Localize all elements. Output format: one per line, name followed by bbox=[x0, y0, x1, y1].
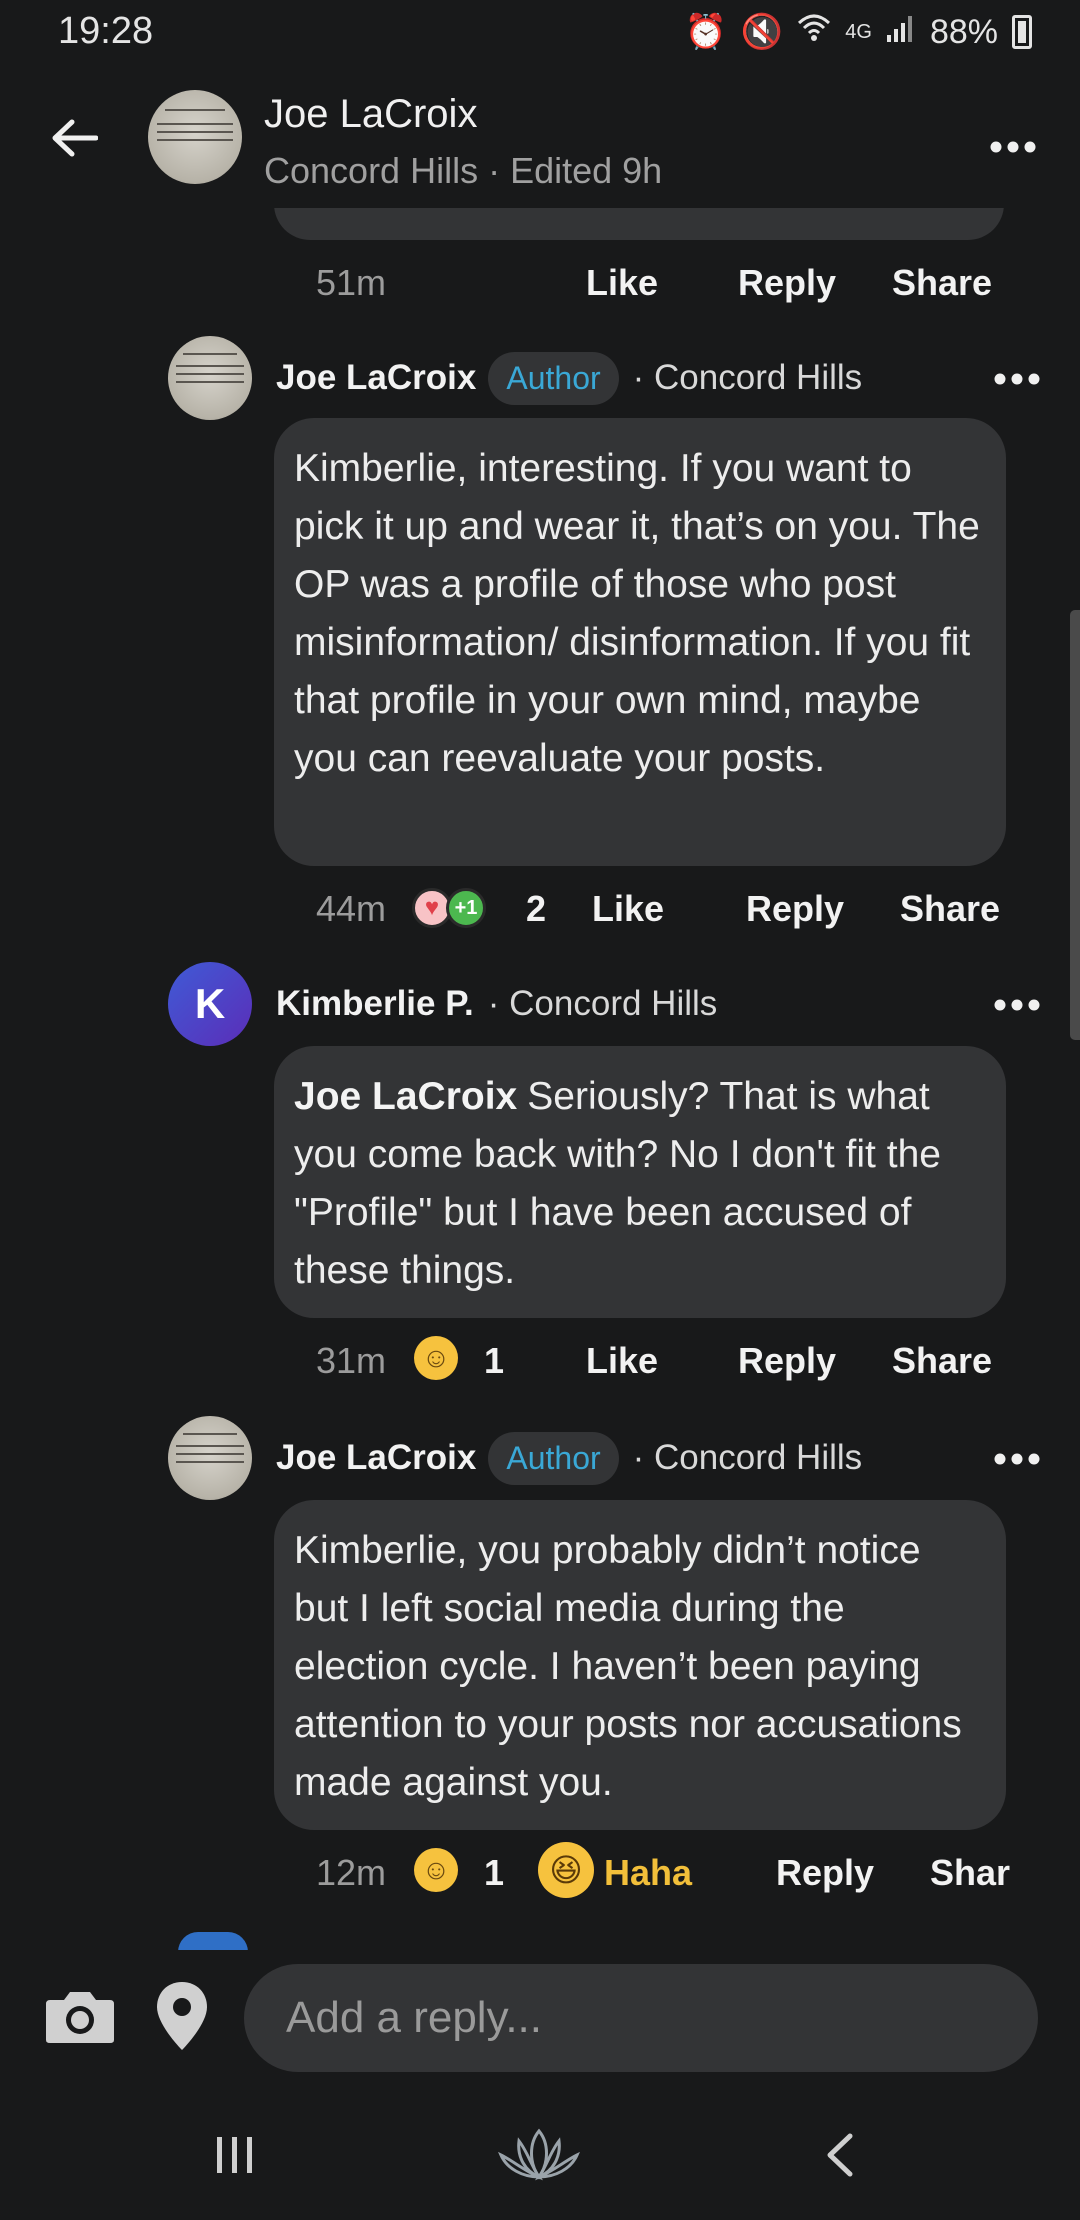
smile-reaction-icon[interactable]: ☺ bbox=[414, 1848, 458, 1892]
status-bar: 19:28 ⏰ 🔇 4G 88% bbox=[0, 0, 1080, 68]
arrow-left-icon bbox=[52, 119, 98, 157]
home-button[interactable] bbox=[494, 2120, 584, 2190]
scrollbar[interactable] bbox=[1070, 610, 1080, 1040]
comment-body: Kimberlie, interesting. If you want to p… bbox=[294, 447, 980, 780]
comment-actions: 44m ♥ +1 2 Like Reply Share bbox=[316, 888, 1000, 930]
more-dots-icon bbox=[990, 141, 1036, 153]
alarm-icon: ⏰ bbox=[684, 13, 727, 51]
comment-header: Joe LaCroix Author · Concord Hills bbox=[168, 336, 1080, 420]
header-avatar[interactable] bbox=[148, 90, 242, 184]
header-edited: · Edited 9h bbox=[488, 150, 663, 191]
author-badge: Author bbox=[488, 1431, 619, 1485]
share-button[interactable]: Shar bbox=[930, 1852, 1010, 1894]
like-button[interactable]: Like bbox=[592, 888, 664, 930]
comment-bubble: Kimberlie, you probably didn’t notice bu… bbox=[274, 1500, 1006, 1830]
comment-author[interactable]: Kimberlie P. bbox=[276, 984, 474, 1024]
comment-header: K Kimberlie P. · Concord Hills bbox=[168, 962, 1080, 1046]
reply-button[interactable]: Reply bbox=[776, 1852, 874, 1894]
plus-one-reaction-icon[interactable]: +1 bbox=[446, 888, 486, 928]
mention-link[interactable]: Joe LaCroix bbox=[294, 1075, 517, 1118]
camera-icon bbox=[46, 1992, 114, 2043]
more-dots-icon bbox=[994, 1453, 1040, 1465]
avatar-letter: K bbox=[194, 980, 226, 1027]
comment-body: Kimberlie, you probably didn’t notice bu… bbox=[294, 1529, 962, 1804]
nav-back-button[interactable] bbox=[794, 2120, 884, 2190]
comment-location: · Concord Hills bbox=[487, 984, 718, 1023]
reply-input[interactable] bbox=[244, 1964, 1038, 2072]
battery-icon bbox=[1012, 15, 1032, 49]
comment-location: · Concord Hills bbox=[632, 358, 863, 397]
comment-author[interactable]: Joe LaCroix bbox=[276, 1438, 476, 1478]
mute-icon: 🔇 bbox=[740, 13, 784, 51]
avatar[interactable]: K bbox=[168, 962, 252, 1046]
signal-icon bbox=[886, 13, 916, 52]
status-icons: ⏰ 🔇 4G 88% bbox=[685, 12, 1032, 52]
share-button[interactable]: Share bbox=[892, 262, 992, 304]
reply-button[interactable]: Reply bbox=[738, 1340, 836, 1382]
avatar[interactable] bbox=[168, 336, 252, 420]
comment-header: Joe LaCroix Author · Concord Hills bbox=[168, 1416, 1080, 1500]
comment-time: 44m bbox=[316, 888, 387, 929]
reaction-count[interactable]: 2 bbox=[526, 888, 546, 930]
comment-time: 31m bbox=[316, 1340, 387, 1381]
like-button[interactable]: Like bbox=[586, 262, 658, 304]
comment-author[interactable]: Joe LaCroix bbox=[276, 358, 476, 398]
back-button[interactable] bbox=[42, 106, 106, 170]
system-nav-bar bbox=[0, 2090, 1080, 2220]
more-dots-icon bbox=[994, 999, 1040, 1011]
next-comment-avatar bbox=[178, 1932, 248, 1952]
share-button[interactable]: Share bbox=[900, 888, 1000, 930]
location-pin-icon bbox=[157, 1982, 207, 2050]
comment-more-button[interactable] bbox=[994, 352, 1040, 395]
comment-actions: 31m ☺ 1 Like Reply Share bbox=[316, 1336, 992, 1382]
comment-time: 12m bbox=[316, 1852, 387, 1893]
like-button[interactable]: Like bbox=[586, 1340, 658, 1382]
comment-more-button[interactable] bbox=[994, 978, 1040, 1021]
lotus-home-icon bbox=[498, 2128, 580, 2181]
comment-actions: 51m Like Reply Share bbox=[316, 262, 992, 304]
wifi-icon bbox=[797, 13, 831, 52]
more-options-button[interactable] bbox=[990, 118, 1036, 163]
network-type: 4G bbox=[845, 20, 872, 43]
author-badge: Author bbox=[488, 351, 619, 405]
comment-more-button[interactable] bbox=[994, 1432, 1040, 1475]
battery-percent: 88% bbox=[929, 12, 998, 51]
more-dots-icon bbox=[994, 373, 1040, 385]
comment-location: · Concord Hills bbox=[632, 1438, 863, 1477]
reaction-count[interactable]: 1 bbox=[484, 1852, 504, 1894]
smile-reaction-icon[interactable]: ☺ bbox=[414, 1336, 458, 1380]
reaction-count[interactable]: 1 bbox=[484, 1340, 504, 1382]
header-title[interactable]: Joe LaCroix bbox=[264, 92, 477, 137]
header: Joe LaCroix Concord Hills · Edited 9h bbox=[0, 68, 1080, 208]
comment-time: 51m bbox=[316, 262, 387, 303]
recent-apps-icon bbox=[217, 2137, 252, 2173]
comment-bubble: Kimberlie, interesting. If you want to p… bbox=[274, 418, 1006, 866]
header-subtitle: Concord Hills · Edited 9h bbox=[264, 150, 662, 192]
avatar[interactable] bbox=[168, 1416, 252, 1500]
reply-button[interactable]: Reply bbox=[738, 262, 836, 304]
comment-actions: 12m ☺ 1 😆 Haha Reply Shar bbox=[316, 1842, 1010, 1898]
status-time: 19:28 bbox=[58, 10, 154, 52]
haha-reaction-icon[interactable]: 😆 bbox=[538, 1842, 594, 1898]
reply-bar bbox=[0, 1950, 1080, 2080]
share-button[interactable]: Share bbox=[892, 1340, 992, 1382]
camera-button[interactable] bbox=[44, 1988, 116, 2044]
comment-bubble: Joe LaCroix Seriously? That is what you c… bbox=[274, 1046, 1006, 1318]
chevron-left-icon bbox=[827, 2133, 853, 2177]
reply-button[interactable]: Reply bbox=[746, 888, 844, 930]
header-location: Concord Hills bbox=[264, 150, 479, 191]
location-button[interactable] bbox=[154, 1980, 210, 2052]
recent-apps-button[interactable] bbox=[190, 2120, 280, 2190]
haha-button[interactable]: Haha bbox=[604, 1852, 692, 1894]
